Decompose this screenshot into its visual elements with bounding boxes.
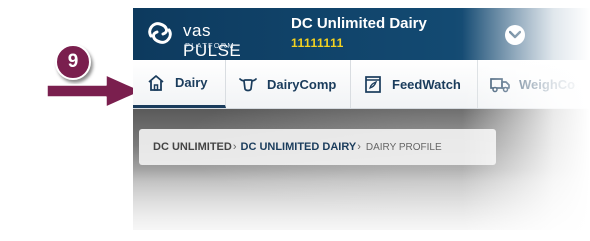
- site-id: 11111111: [291, 36, 344, 50]
- breadcrumb: DC UNLIMITED › DC UNLIMITED DAIRY › DAIR…: [139, 129, 496, 165]
- site-switcher-button[interactable]: [505, 25, 525, 45]
- vas-logo-icon: [148, 22, 172, 44]
- breadcrumb-item-dairy-profile: DAIRY PROFILE: [365, 141, 442, 153]
- app-header: vas PULSE PLATFORM DC Unlimited Dairy 11…: [133, 8, 590, 60]
- tab-label: DairyComp: [267, 76, 337, 92]
- cow-icon: [237, 73, 259, 95]
- tab-feedwatch[interactable]: FeedWatch: [350, 60, 478, 108]
- site-name: DC Unlimited Dairy: [291, 15, 427, 32]
- main-nav: Dairy DairyComp FeedWatch WeighCo: [133, 60, 590, 109]
- tab-label: WeighCo: [519, 76, 576, 92]
- logo-subtitle: PLATFORM: [185, 41, 235, 50]
- tab-weighco[interactable]: WeighCo: [477, 60, 590, 108]
- app-screenshot: vas PULSE PLATFORM DC Unlimited Dairy 11…: [133, 8, 590, 230]
- tab-label: Dairy: [175, 75, 208, 90]
- breadcrumb-item-dc-unlimited-dairy[interactable]: DC UNLIMITED DAIRY: [241, 141, 357, 153]
- chevron-down-icon: [509, 30, 521, 39]
- tab-label: FeedWatch: [392, 76, 461, 92]
- truck-icon: [489, 73, 511, 95]
- tab-dairycomp[interactable]: DairyComp: [225, 60, 351, 108]
- feed-icon: [362, 73, 384, 95]
- home-icon: [145, 72, 167, 94]
- app-logo[interactable]: vas PULSE PLATFORM: [145, 16, 265, 60]
- page-content: DC UNLIMITED › DC UNLIMITED DAIRY › DAIR…: [133, 109, 590, 230]
- breadcrumb-item-dc-unlimited[interactable]: DC UNLIMITED: [153, 141, 232, 153]
- tab-dairy[interactable]: Dairy: [133, 60, 226, 108]
- step-arrow-icon: [46, 74, 143, 108]
- breadcrumb-separator: ›: [357, 141, 361, 153]
- breadcrumb-separator: ›: [232, 141, 237, 153]
